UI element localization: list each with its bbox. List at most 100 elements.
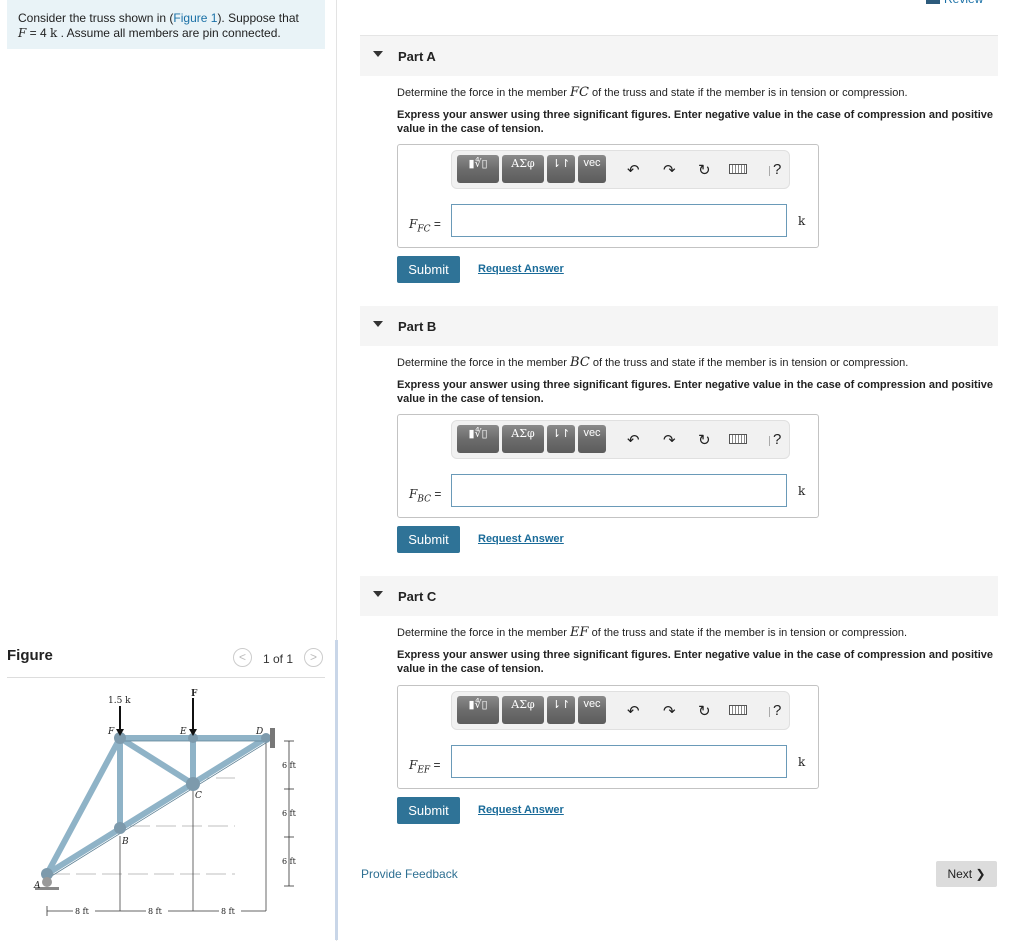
reset-icon[interactable]: ↻ xyxy=(698,702,711,720)
dim-label-h1: 8 ft xyxy=(75,907,90,916)
redo-icon[interactable]: ↷ xyxy=(663,431,676,449)
templates-button[interactable]: ▮∜▯ xyxy=(457,696,499,724)
next-figure-button[interactable]: > xyxy=(304,648,323,667)
toolbar-separator xyxy=(769,166,770,176)
request-answer-link[interactable]: Request Answer xyxy=(478,804,564,816)
book-icon xyxy=(926,0,940,4)
truss-members xyxy=(44,735,269,877)
part-a-title: Part A xyxy=(398,49,436,64)
templates-button[interactable]: ▮∜▯ xyxy=(457,155,499,183)
subscript-superscript-button[interactable]: ⇂↾ xyxy=(547,425,575,453)
reset-icon[interactable]: ↻ xyxy=(698,161,711,179)
part-c-answer-box: ▮∜▯ ΑΣφ ⇂↾ vec ↶ ↷ ↻ ? FEF = k xyxy=(397,685,819,789)
keyboard-icon[interactable] xyxy=(729,434,747,444)
undo-icon[interactable]: ↶ xyxy=(627,431,640,449)
answer-input-fc[interactable] xyxy=(451,204,787,237)
next-button[interactable]: Next ❯ xyxy=(936,861,997,887)
redo-icon[interactable]: ↷ xyxy=(663,702,676,720)
part-b-question: Determine the force in the member BC of … xyxy=(397,355,908,370)
keyboard-icon[interactable] xyxy=(729,705,747,715)
greek-symbols-button[interactable]: ΑΣφ xyxy=(502,696,544,724)
collapse-triangle-icon xyxy=(373,591,383,597)
part-c-question: Determine the force in the member EF of … xyxy=(397,625,907,640)
part-a-header[interactable]: Part A xyxy=(360,36,998,76)
templates-icon: ▮∜▯ xyxy=(468,699,488,711)
dim-label-v2: 6 ft xyxy=(282,809,297,818)
answer-input-ef[interactable] xyxy=(451,745,787,778)
vector-button[interactable]: vec xyxy=(578,696,606,724)
part-b-title: Part B xyxy=(398,319,437,334)
submit-button[interactable]: Submit xyxy=(397,526,460,553)
templates-icon: ▮∜▯ xyxy=(468,428,488,440)
dim-label-v1: 6 ft xyxy=(282,761,297,770)
answer-variable-label: FFC = xyxy=(409,217,441,234)
question-text: Determine the force in the member xyxy=(397,627,571,639)
load-label-left: 1.5 k xyxy=(108,696,131,706)
review-label: Review xyxy=(944,0,983,6)
submit-button[interactable]: Submit xyxy=(397,797,460,824)
figure-link[interactable]: Figure 1 xyxy=(173,11,217,25)
greek-label: ΑΣφ xyxy=(511,698,535,711)
member-name: BC xyxy=(570,355,590,370)
answer-unit: k xyxy=(798,755,806,769)
submit-button[interactable]: Submit xyxy=(397,256,460,283)
var-sub: FC xyxy=(417,224,431,235)
question-text: Determine the force in the member xyxy=(397,87,571,99)
greek-symbols-button[interactable]: ΑΣφ xyxy=(502,155,544,183)
greek-symbols-button[interactable]: ΑΣφ xyxy=(502,425,544,453)
support-D-wall xyxy=(270,728,275,748)
problem-line-2: F = 4 k . Assume all members are pin con… xyxy=(18,26,325,41)
arrows-icon: ⇂↾ xyxy=(551,428,571,440)
help-icon[interactable]: ? xyxy=(773,161,781,178)
undo-icon[interactable]: ↶ xyxy=(627,161,640,179)
part-c-title: Part C xyxy=(398,589,437,604)
member-name: FC xyxy=(570,85,589,100)
figure-title: Figure xyxy=(7,647,53,664)
greek-label: ΑΣφ xyxy=(511,427,535,440)
vector-button[interactable]: vec xyxy=(578,155,606,183)
node-label-E: E xyxy=(179,727,187,737)
answer-unit: k xyxy=(798,484,806,498)
templates-icon: ▮∜▯ xyxy=(468,158,488,170)
member-name: EF xyxy=(570,625,589,640)
review-link[interactable]: Review xyxy=(926,0,983,6)
part-c-header[interactable]: Part C xyxy=(360,576,998,616)
node-label-A: A xyxy=(33,881,41,891)
node-label-C: C xyxy=(195,791,202,801)
templates-button[interactable]: ▮∜▯ xyxy=(457,425,499,453)
var-sub: BC xyxy=(417,494,431,505)
intro-text: . Assume all members are pin connected. xyxy=(57,26,281,40)
request-answer-link[interactable]: Request Answer xyxy=(478,263,564,275)
provide-feedback-link[interactable]: Provide Feedback xyxy=(361,867,458,881)
math-toolbar: ▮∜▯ ΑΣφ ⇂↾ vec ↶ ↷ ↻ ? xyxy=(451,420,790,459)
question-text: Determine the force in the member xyxy=(397,357,571,369)
redo-icon[interactable]: ↷ xyxy=(663,161,676,179)
answer-input-bc[interactable] xyxy=(451,474,787,507)
question-text: of the truss and state if the member is … xyxy=(589,87,908,99)
chevron-right-icon: > xyxy=(309,650,317,664)
vector-button[interactable]: vec xyxy=(578,425,606,453)
figure-header: Figure < 1 of 1 > xyxy=(7,645,325,678)
help-icon[interactable]: ? xyxy=(773,431,781,448)
part-b-header[interactable]: Part B xyxy=(360,306,998,346)
panel-resize-handle[interactable] xyxy=(335,640,338,940)
previous-figure-button[interactable]: < xyxy=(233,648,252,667)
reset-icon[interactable]: ↻ xyxy=(698,431,711,449)
equals-sign: = xyxy=(433,758,441,772)
intro-text: Consider the truss shown in ( xyxy=(18,11,174,25)
keyboard-icon[interactable] xyxy=(729,164,747,174)
subscript-superscript-button[interactable]: ⇂↾ xyxy=(547,696,575,724)
request-answer-link[interactable]: Request Answer xyxy=(478,533,564,545)
subscript-superscript-button[interactable]: ⇂↾ xyxy=(547,155,575,183)
part-b-instruction: Express your answer using three signific… xyxy=(397,379,994,405)
joint-C xyxy=(186,777,200,791)
math-toolbar: ▮∜▯ ΑΣφ ⇂↾ vec ↶ ↷ ↻ ? xyxy=(451,691,790,730)
part-c-instruction: Express your answer using three signific… xyxy=(397,649,994,675)
help-icon[interactable]: ? xyxy=(773,702,781,719)
undo-icon[interactable]: ↶ xyxy=(627,702,640,720)
problem-line-1: Consider the truss shown in (Figure 1). … xyxy=(18,11,325,26)
collapse-triangle-icon xyxy=(373,321,383,327)
vec-label: vec xyxy=(583,157,601,169)
var-sub: EF xyxy=(417,765,431,776)
vec-label: vec xyxy=(583,427,601,439)
